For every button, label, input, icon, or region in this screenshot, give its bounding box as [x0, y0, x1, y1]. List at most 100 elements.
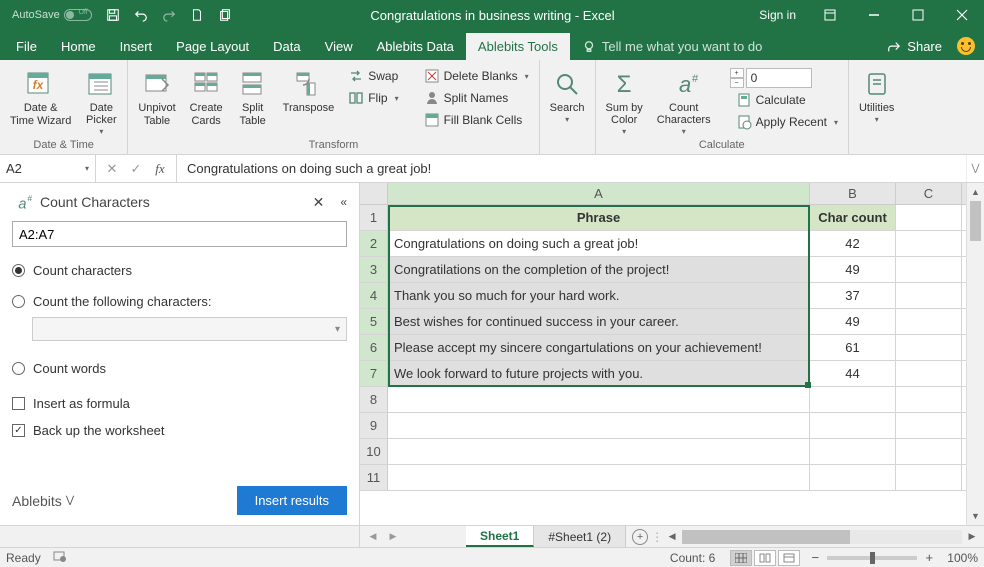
cell[interactable] — [896, 283, 962, 308]
characters-select[interactable] — [32, 317, 347, 341]
cell[interactable] — [896, 361, 962, 386]
cell[interactable]: We look forward to future projects with … — [388, 361, 810, 386]
zoom-out-button[interactable]: − — [809, 550, 821, 565]
view-page-break-icon[interactable] — [778, 550, 800, 566]
tab-view[interactable]: View — [313, 33, 365, 60]
select-all-corner[interactable] — [360, 183, 388, 204]
autosave-toggle[interactable]: AutoSave Off — [6, 9, 98, 21]
zoom-slider[interactable] — [827, 556, 917, 560]
cell[interactable]: 44 — [810, 361, 896, 386]
insert-results-button[interactable]: Insert results — [237, 486, 347, 515]
files-icon[interactable] — [212, 2, 238, 28]
feedback-icon[interactable] — [952, 32, 980, 60]
row-header[interactable]: 7 — [360, 361, 388, 386]
radio-count-following[interactable]: Count the following characters: — [12, 294, 347, 309]
cell[interactable]: Char count — [810, 205, 896, 230]
row-header[interactable]: 5 — [360, 309, 388, 334]
cell[interactable] — [896, 231, 962, 256]
row-header[interactable]: 3 — [360, 257, 388, 282]
radio-count-characters[interactable]: Count characters — [12, 263, 347, 278]
minimize-icon[interactable] — [852, 0, 896, 30]
row-header[interactable]: 9 — [360, 413, 388, 438]
row-header[interactable]: 1 — [360, 205, 388, 230]
enter-icon[interactable]: ✓ — [124, 158, 148, 180]
view-page-layout-icon[interactable] — [754, 550, 776, 566]
date-picker-button[interactable]: Date Picker ▾ — [79, 64, 123, 136]
flip-button[interactable]: Flip▾ — [342, 88, 404, 108]
row-header[interactable]: 11 — [360, 465, 388, 490]
checkbox-insert-formula[interactable]: Insert as formula — [12, 396, 347, 411]
calculate-button[interactable]: Calculate — [730, 90, 844, 110]
unpivot-table-button[interactable]: Unpivot Table — [132, 64, 181, 136]
cell[interactable] — [896, 335, 962, 360]
close-panel-icon[interactable]: ✕ — [313, 194, 325, 211]
ablebits-link[interactable]: Ablebits⋁ — [12, 493, 74, 509]
cell[interactable] — [896, 465, 962, 490]
horizontal-scrollbar[interactable]: ◀ ▶ — [660, 526, 984, 547]
radio-count-words[interactable]: Count words — [12, 361, 347, 376]
signin-link[interactable]: Sign in — [747, 8, 808, 22]
maximize-icon[interactable] — [896, 0, 940, 30]
cell[interactable] — [810, 439, 896, 464]
checkbox-backup[interactable]: ✓Back up the worksheet — [12, 423, 347, 438]
scrollbar-thumb[interactable] — [970, 201, 981, 241]
cell[interactable]: Best wishes for continued success in you… — [388, 309, 810, 334]
collapse-panel-icon[interactable]: « — [340, 195, 347, 209]
tab-ablebits-tools[interactable]: Ablebits Tools — [466, 33, 570, 60]
cell[interactable] — [388, 439, 810, 464]
tab-ablebits-data[interactable]: Ablebits Data — [365, 33, 466, 60]
cell[interactable]: 49 — [810, 309, 896, 334]
cell[interactable]: Phrase — [388, 205, 810, 230]
date-time-wizard-button[interactable]: fx Date & Time Wizard — [4, 64, 77, 136]
tab-home[interactable]: Home — [49, 33, 108, 60]
cell[interactable] — [896, 205, 962, 230]
save-icon[interactable] — [100, 2, 126, 28]
new-sheet-button[interactable]: + — [626, 526, 654, 547]
scroll-down-icon[interactable]: ▼ — [967, 507, 984, 525]
split-names-button[interactable]: Split Names — [418, 88, 535, 108]
name-box[interactable]: A2▾ — [0, 155, 96, 182]
new-file-icon[interactable] — [184, 2, 210, 28]
scrollbar-thumb[interactable] — [682, 530, 850, 544]
macro-record-icon[interactable] — [53, 550, 67, 565]
column-header-a[interactable]: A — [388, 183, 810, 204]
cell[interactable]: 49 — [810, 257, 896, 282]
cell[interactable] — [388, 465, 810, 490]
share-button[interactable]: Share — [877, 33, 952, 60]
cell[interactable]: 37 — [810, 283, 896, 308]
delete-blanks-button[interactable]: Delete Blanks▾ — [418, 66, 535, 86]
ribbon-display-icon[interactable] — [808, 0, 852, 30]
fill-blank-cells-button[interactable]: Fill Blank Cells — [418, 110, 535, 130]
cell[interactable] — [810, 413, 896, 438]
cell[interactable]: Congratilations on the completion of the… — [388, 257, 810, 282]
sheet-tab[interactable]: Sheet1 — [466, 526, 534, 547]
create-cards-button[interactable]: Create Cards — [184, 64, 229, 136]
row-header[interactable]: 2 — [360, 231, 388, 256]
cell[interactable]: Please accept my sincere congartulations… — [388, 335, 810, 360]
vertical-scrollbar[interactable]: ▲ ▼ — [966, 183, 984, 525]
transpose-button[interactable]: Transpose — [277, 64, 341, 136]
row-header[interactable]: 4 — [360, 283, 388, 308]
fx-icon[interactable]: fx — [148, 158, 172, 180]
row-header[interactable]: 10 — [360, 439, 388, 464]
tell-me-search[interactable]: Tell me what you want to do — [570, 33, 774, 60]
range-input[interactable] — [12, 221, 347, 247]
cancel-icon[interactable]: ✕ — [100, 158, 124, 180]
sheet-tab[interactable]: #Sheet1 (2) — [534, 526, 626, 547]
row-header[interactable]: 6 — [360, 335, 388, 360]
search-button[interactable]: Search ▾ — [544, 64, 591, 136]
sum-by-color-button[interactable]: Σ Sum by Color ▾ — [600, 64, 649, 136]
cell[interactable]: Congratulations on doing such a great jo… — [388, 231, 810, 256]
cell[interactable] — [896, 309, 962, 334]
cell[interactable] — [896, 257, 962, 282]
scroll-left-icon[interactable]: ◀ — [664, 531, 680, 542]
redo-icon[interactable] — [156, 2, 182, 28]
scroll-up-icon[interactable]: ▲ — [967, 183, 984, 201]
scroll-right-icon[interactable]: ▶ — [964, 531, 980, 542]
increment-button[interactable]: + — [730, 68, 744, 78]
tab-insert[interactable]: Insert — [108, 33, 165, 60]
cell[interactable] — [810, 465, 896, 490]
decrement-button[interactable]: − — [730, 78, 744, 88]
column-header-c[interactable]: C — [896, 183, 962, 204]
tab-data[interactable]: Data — [261, 33, 312, 60]
